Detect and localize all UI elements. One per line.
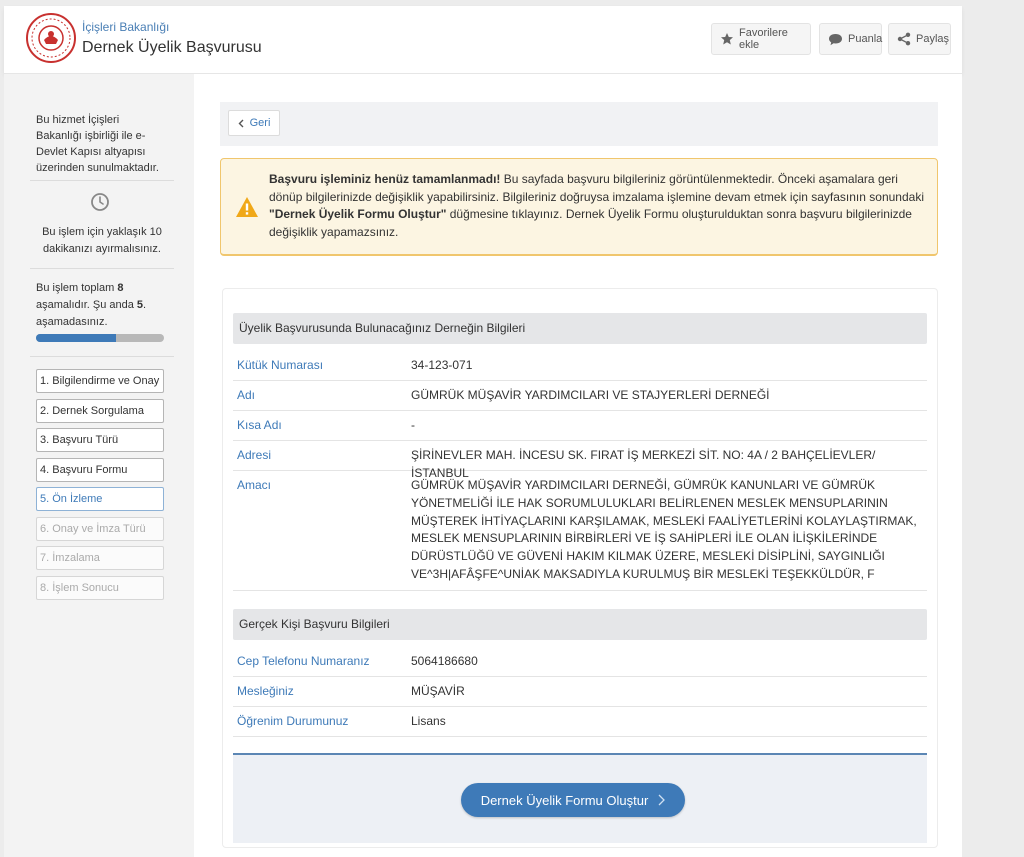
header: İçişleri Bakanlığı Dernek Üyelik Başvuru… [4, 6, 962, 74]
stage-progress-bar [36, 334, 164, 342]
info-label: Mesleğiniz [237, 684, 294, 698]
info-row: Kısa Adı - [233, 411, 927, 441]
info-value: - [411, 418, 415, 432]
step-item: 7. İmzalama [36, 546, 164, 570]
back-bar: Geri [220, 102, 938, 146]
chevron-right-icon [658, 794, 666, 806]
favorite-button[interactable]: Favorilere ekle [711, 23, 811, 55]
info-label: Adresi [237, 448, 272, 462]
info-label: Cep Telefonu Numaranız [237, 654, 370, 668]
info-value: 5064186680 [411, 654, 478, 668]
info-label: Kütük Numarası [237, 358, 324, 372]
info-row: Mesleğiniz MÜŞAVİR [233, 677, 927, 707]
stage-prefix: Bu işlem toplam [36, 282, 118, 294]
ministry-logo [26, 13, 76, 63]
ministry-name: İçişleri Bakanlığı [82, 20, 170, 34]
info-value: GÜMRÜK MÜŞAVİR YARDIMCILARI DERNEĞİ, GÜM… [411, 478, 917, 581]
step-item[interactable]: 5. Ön İzleme [36, 487, 164, 511]
speech-bubble-icon [829, 33, 842, 45]
step-item[interactable]: 1. Bilgilendirme ve Onay [36, 369, 164, 393]
info-row: Kütük Numarası 34-123-071 [233, 351, 927, 381]
info-label: Öğrenim Durumunuz [237, 714, 349, 728]
warning-bold-2: "Dernek Üyelik Formu Oluştur" [269, 207, 447, 221]
application-card: Üyelik Başvurusunda Bulunacağınız Derneğ… [222, 288, 938, 848]
share-label: Paylaş [916, 33, 950, 45]
info-value: Lisans [411, 714, 446, 728]
sidebar-divider [30, 268, 174, 269]
step-item[interactable]: 3. Başvuru Türü [36, 428, 164, 452]
association-section-heading: Üyelik Başvurusunda Bulunacağınız Derneğ… [233, 313, 927, 344]
clock-icon [91, 193, 109, 211]
page-title: Dernek Üyelik Başvurusu [82, 39, 262, 56]
page-frame: İçişleri Bakanlığı Dernek Üyelik Başvuru… [4, 6, 962, 857]
info-label: Kısa Adı [237, 418, 282, 432]
rate-label: Puanla [848, 33, 883, 45]
back-label: Geri [249, 117, 271, 129]
stage-info: Bu işlem toplam 8 aşamalıdır. Şu anda 5.… [36, 280, 168, 331]
back-button[interactable]: Geri [228, 110, 280, 136]
warning-alert: Başvuru işleminiz henüz tamamlanmadı! Bu… [220, 158, 938, 256]
main-content: Geri Başvuru işleminiz henüz tamamlanmad… [194, 74, 962, 857]
share-button[interactable]: Paylaş [888, 23, 951, 55]
favorite-label: Favorilere ekle [739, 27, 788, 51]
stage-total: 8 [117, 282, 124, 294]
chevron-left-icon [238, 119, 244, 127]
info-value: MÜŞAVİR [411, 684, 465, 698]
duration-info: Bu işlem için yaklaşık 10 dakikanızı ayı… [42, 226, 162, 255]
info-row: Adresi ŞİRİNEVLER MAH. İNCESU SK. FIRAT İ… [233, 441, 927, 480]
step-item: 8. İşlem Sonucu [36, 575, 164, 600]
rate-button[interactable]: Puanla [819, 23, 882, 55]
sidebar-divider [30, 180, 174, 181]
info-label: Amacı [237, 478, 272, 492]
info-row: Amacı GÜMRÜK MÜŞAVİR YARDIMCILARI DERNEĞİ… [233, 471, 927, 591]
create-form-button[interactable]: Dernek Üyelik Formu Oluştur [461, 783, 685, 817]
star-icon [721, 33, 733, 45]
action-panel: Dernek Üyelik Formu Oluştur [233, 755, 927, 843]
info-row: Cep Telefonu Numaranız 5064186680 [233, 647, 927, 677]
sidebar-divider [30, 356, 174, 357]
stage-middle: aşamalıdır. Şu anda [36, 299, 137, 311]
service-info: Bu hizmet İçişleri Bakanlığı işbirliği i… [36, 114, 159, 174]
sidebar: Bu hizmet İçişleri Bakanlığı işbirliği i… [4, 74, 194, 857]
step-item[interactable]: 2. Dernek Sorgulama [36, 398, 164, 423]
step-list: 1. Bilgilendirme ve Onay 2. Dernek Sorgul… [36, 369, 164, 605]
create-form-label: Dernek Üyelik Formu Oluştur [480, 792, 649, 808]
step-item: 6. Onay ve İmza Türü [36, 516, 164, 541]
person-section-heading: Gerçek Kişi Başvuru Bilgileri [233, 609, 927, 640]
info-row: Adı GÜMRÜK MÜŞAVİR YARDIMCILARI VE STAJYE… [233, 381, 927, 411]
share-icon [897, 32, 911, 46]
info-value: 34-123-071 [411, 358, 473, 372]
info-value: GÜMRÜK MÜŞAVİR YARDIMCILARI VE STAJYERLE… [411, 388, 770, 402]
warning-icon [236, 197, 258, 217]
warning-bold: Başvuru işleminiz henüz tamamlanmadı! [269, 172, 501, 186]
info-label: Adı [237, 388, 256, 402]
stage-progress-fill [36, 334, 116, 342]
info-row: Öğrenim Durumunuz Lisans [233, 707, 927, 737]
warning-text: Başvuru işleminiz henüz tamamlanmadı! Bu… [269, 171, 929, 241]
step-item[interactable]: 4. Başvuru Formu [36, 457, 164, 482]
